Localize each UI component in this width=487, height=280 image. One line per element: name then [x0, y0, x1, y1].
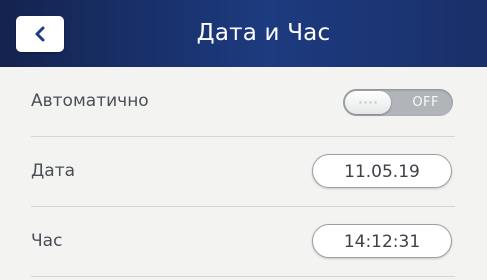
setting-row-date: Дата 11.05.19: [0, 137, 487, 206]
page-title: Дата и Час: [196, 20, 331, 46]
toggle-state-label: OFF: [412, 95, 439, 110]
date-value-field[interactable]: 11.05.19: [312, 154, 452, 188]
toggle-knob: [345, 91, 391, 114]
setting-row-automatic: Автоматично OFF: [0, 67, 487, 136]
time-label: Час: [31, 231, 63, 251]
header-bar: Дата и Час: [0, 0, 487, 67]
setting-row-time: Час 14:12:31: [0, 207, 487, 276]
automatic-toggle[interactable]: OFF: [343, 89, 453, 116]
chevron-left-icon: [33, 25, 47, 43]
back-button[interactable]: [16, 16, 64, 52]
divider: [31, 276, 455, 277]
date-label: Дата: [31, 161, 76, 181]
automatic-label: Автоматично: [31, 91, 149, 111]
time-value-field[interactable]: 14:12:31: [312, 224, 452, 258]
